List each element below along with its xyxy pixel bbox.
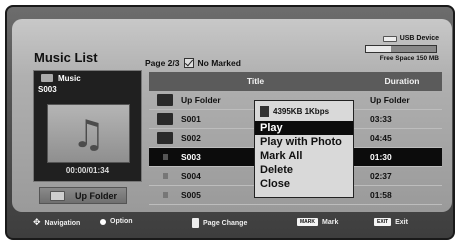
storage-bar (365, 45, 437, 53)
file-info: 4395KB 1Kbps (255, 101, 353, 121)
row-duration: 04:45 (370, 133, 392, 143)
navigation-icon: ✥ (33, 218, 41, 228)
folder-label: Music (58, 73, 81, 83)
popup-item-play-with-photo[interactable]: Play with Photo (255, 135, 353, 149)
footer-exit: EXIT Exit (374, 218, 408, 226)
page-title: Music List (34, 50, 98, 65)
footer-page-change: Page Change (192, 218, 247, 228)
music-list-screen: Music List Page 2/3 No Marked USB Device… (5, 5, 455, 240)
row-duration: 01:58 (370, 190, 392, 200)
option-icon (100, 218, 106, 225)
up-folder-label: Up Folder (75, 190, 117, 201)
current-item: S003 (38, 85, 57, 94)
folder-icon (157, 132, 173, 144)
page-change-icon (192, 218, 199, 228)
row-duration: Up Folder (370, 95, 410, 105)
popup-item-delete[interactable]: Delete (255, 163, 353, 177)
music-note-icon: ♫ (71, 111, 106, 156)
row-duration: 03:33 (370, 114, 392, 124)
up-folder-icon (157, 94, 173, 106)
checkbox-icon (183, 58, 194, 68)
option-label: Option (110, 218, 133, 225)
usb-device-info: USB Device Free Space 150 MB (365, 35, 439, 62)
file-info-text: 4395KB 1Kbps (273, 106, 330, 116)
up-folder-button[interactable]: Up Folder (39, 187, 127, 204)
exit-label: Exit (395, 218, 408, 226)
page-info: Page 2/3 No Marked (145, 58, 241, 68)
playback-time: 00:00/01:34 (65, 166, 110, 175)
usb-label: USB Device (399, 35, 439, 42)
row-duration: 01:30 (370, 152, 392, 162)
table-header: Title Duration (149, 72, 442, 91)
music-file-icon (162, 192, 168, 198)
folder-icon (157, 113, 173, 125)
popup-item-close[interactable]: Close (255, 177, 353, 191)
up-folder-icon (50, 190, 65, 201)
row-duration: 02:37 (370, 171, 392, 181)
option-popup: 4395KB 1Kbps Play Play with Photo Mark All… (254, 100, 354, 198)
mark-key-icon: MARK (297, 218, 318, 226)
footer-option: Option (100, 218, 133, 225)
music-file-icon (162, 154, 168, 160)
footer-navigation: ✥ Navigation (33, 218, 80, 228)
footer-mark: MARK Mark (297, 218, 338, 226)
mark-label: Mark (322, 218, 339, 226)
exit-key-icon: EXIT (374, 218, 392, 226)
music-file-icon (162, 173, 168, 179)
footer-bar: ✥ Navigation Option Page Change MARK Mar… (7, 208, 453, 238)
free-space: Free Space 150 MB (379, 55, 439, 62)
column-title: Title (246, 76, 265, 86)
popup-item-mark-all[interactable]: Mark All (255, 149, 353, 163)
page-change-label: Page Change (203, 219, 248, 227)
popup-item-play[interactable]: Play (255, 121, 353, 135)
navigation-label: Navigation (44, 219, 81, 227)
music-folder-icon (41, 74, 53, 82)
page-number: Page 2/3 (145, 58, 180, 68)
marked-status: No Marked (197, 58, 241, 68)
preview-panel: Music S003 ♫ 00:00/01:34 (33, 70, 142, 182)
column-duration: Duration (384, 76, 420, 86)
album-thumbnail: ♫ (47, 104, 130, 163)
storage-bar-fill (366, 46, 391, 52)
file-info-icon (260, 105, 269, 117)
usb-icon (382, 35, 397, 42)
